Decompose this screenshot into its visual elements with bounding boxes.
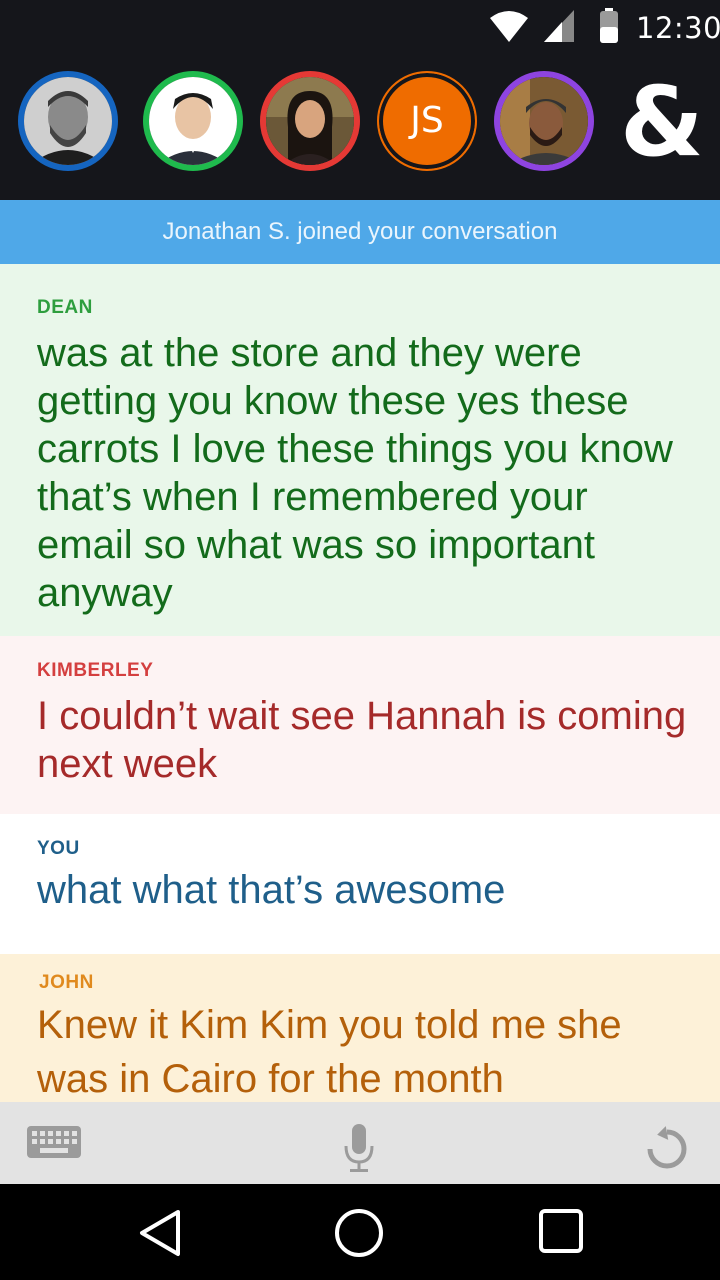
message-sender: KIMBERLEY [37, 660, 154, 681]
participant-avatar-3[interactable] [260, 71, 360, 171]
message-text: what what that’s awesome [37, 868, 506, 912]
wifi-icon [490, 10, 528, 49]
back-icon[interactable] [136, 1208, 184, 1263]
add-participant-button[interactable]: & [620, 74, 704, 170]
system-nav-bar [0, 1184, 720, 1280]
participant-avatar-js[interactable]: JS [377, 71, 477, 171]
undo-icon[interactable] [644, 1126, 690, 1177]
home-icon[interactable] [334, 1208, 384, 1263]
message-sender: DEAN [37, 297, 93, 318]
participant-avatar-1[interactable] [18, 71, 118, 171]
participant-avatar-5[interactable] [494, 71, 594, 171]
message-john: JOHN Knew it Kim Kim you told me she was… [0, 954, 720, 1102]
message-kimberley: KIMBERLEY I couldn’t wait see Hannah is … [0, 636, 720, 814]
keyboard-icon[interactable] [27, 1126, 81, 1163]
participant-avatar-2[interactable] [143, 71, 243, 171]
message-sender: JOHN [39, 972, 94, 993]
cell-signal-icon [544, 10, 574, 47]
recents-icon[interactable] [538, 1208, 584, 1259]
message-you: YOU what what that’s awesome [0, 814, 720, 954]
microphone-icon[interactable] [344, 1124, 374, 1179]
input-bar [0, 1102, 720, 1184]
join-notice-banner: Jonathan S. joined your conversation [0, 200, 720, 264]
status-time: 12:30 [636, 11, 720, 45]
message-text: was at the store and they were getting y… [37, 331, 673, 615]
message-dean: DEAN was at the store and they were gett… [0, 264, 720, 636]
status-bar: 12:30 [0, 0, 720, 56]
participants-bar: JS & [0, 56, 720, 200]
message-text: Knew it Kim Kim you told me she was in C… [37, 1003, 622, 1101]
battery-icon [598, 8, 620, 49]
message-sender: YOU [37, 838, 80, 859]
message-text: I couldn’t wait see Hannah is coming nex… [37, 694, 687, 786]
